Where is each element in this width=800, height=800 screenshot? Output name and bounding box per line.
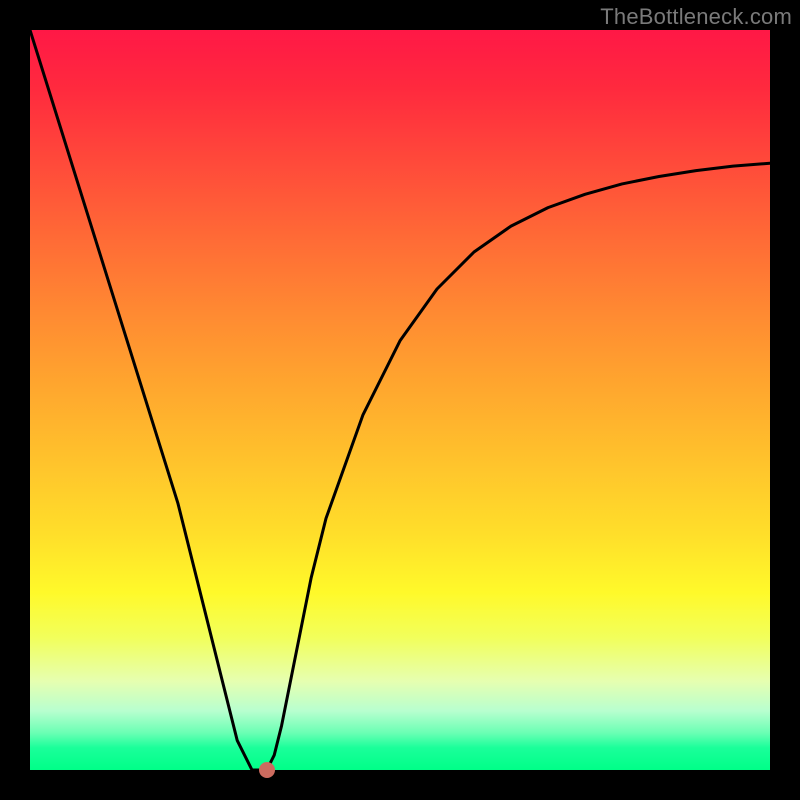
watermark-text: TheBottleneck.com [600, 4, 792, 30]
chart-frame: TheBottleneck.com [0, 0, 800, 800]
optimal-point-dot [259, 762, 275, 778]
plot-gradient-background [30, 30, 770, 770]
